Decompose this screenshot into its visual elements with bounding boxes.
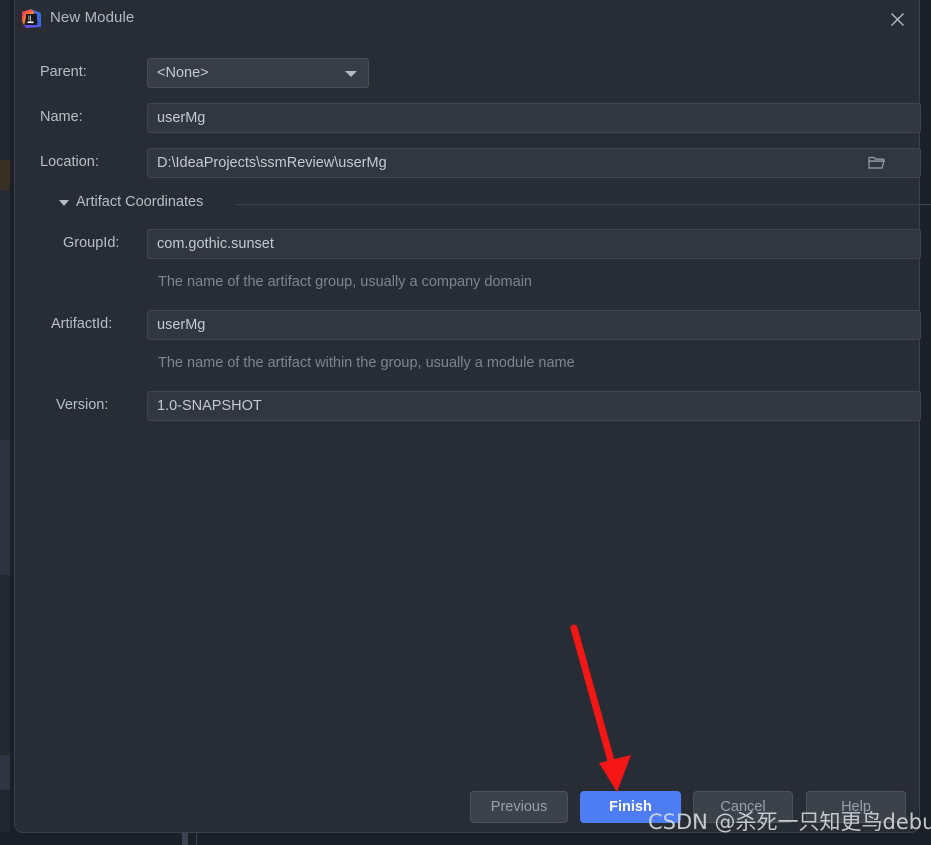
folder-icon[interactable] [862,149,890,177]
name-input-value: userMg [157,110,206,126]
ide-edge-strip [0,0,10,160]
ide-edge-strip [0,190,10,440]
location-input[interactable]: D:\IdeaProjects\ssmReview\userMg [147,148,921,178]
help-button[interactable]: Help [806,791,906,823]
artifact-id-input[interactable]: userMg [147,310,921,340]
section-divider [236,204,931,205]
dialog-titlebar: IJ New Module [15,0,919,38]
finish-button[interactable]: Finish [580,791,681,823]
artifact-coordinates-title: Artifact Coordinates [76,194,204,210]
intellij-idea-icon: IJ [21,8,42,29]
new-module-dialog: IJ New Module Parent: <None> Name: userM… [14,0,931,833]
location-label: Location: [40,154,99,170]
artifact-id-label: ArtifactId: [51,316,113,332]
location-input-value: D:\IdeaProjects\ssmReview\userMg [157,155,387,171]
close-icon[interactable] [880,3,914,35]
parent-row: Parent: <None> [15,58,921,88]
ide-edge-strip [0,575,10,755]
ide-bottom-bar [0,832,931,845]
previous-button[interactable]: Previous [470,791,568,823]
svg-text:IJ: IJ [28,15,32,22]
parent-select-value: <None> [157,65,209,81]
group-id-input[interactable]: com.gothic.sunset [147,229,921,259]
location-row: Location: D:\IdeaProjects\ssmReview\user… [15,148,921,178]
triangle-down-icon [59,200,69,206]
group-id-input-value: com.gothic.sunset [157,236,274,252]
group-id-hint: The name of the artifact group, usually … [158,274,532,290]
ide-edge-strip [0,755,10,790]
group-id-label: GroupId: [63,235,120,251]
ide-divider [196,832,197,845]
cancel-button[interactable]: Cancel [693,791,793,823]
version-input-value: 1.0-SNAPSHOT [157,398,262,414]
artifact-id-hint: The name of the artifact within the grou… [158,355,575,371]
version-input[interactable]: 1.0-SNAPSHOT [147,391,921,421]
group-id-row: GroupId: com.gothic.sunset [15,229,921,259]
name-label: Name: [40,109,83,125]
chevron-down-icon [345,71,357,77]
ide-edge-strip [0,160,10,190]
artifact-coordinates-section-header[interactable]: Artifact Coordinates [56,193,931,215]
version-row: Version: 1.0-SNAPSHOT [15,391,921,421]
dialog-title: New Module [50,9,135,26]
name-row: Name: userMg [15,103,921,133]
ide-bottom-tick [182,832,188,845]
artifact-id-row: ArtifactId: userMg [15,310,921,340]
ide-edge-strip [0,440,10,575]
name-input[interactable]: userMg [147,103,921,133]
version-label: Version: [56,397,109,413]
parent-select[interactable]: <None> [147,58,369,88]
artifact-id-input-value: userMg [157,317,206,333]
parent-label: Parent: [40,64,87,80]
